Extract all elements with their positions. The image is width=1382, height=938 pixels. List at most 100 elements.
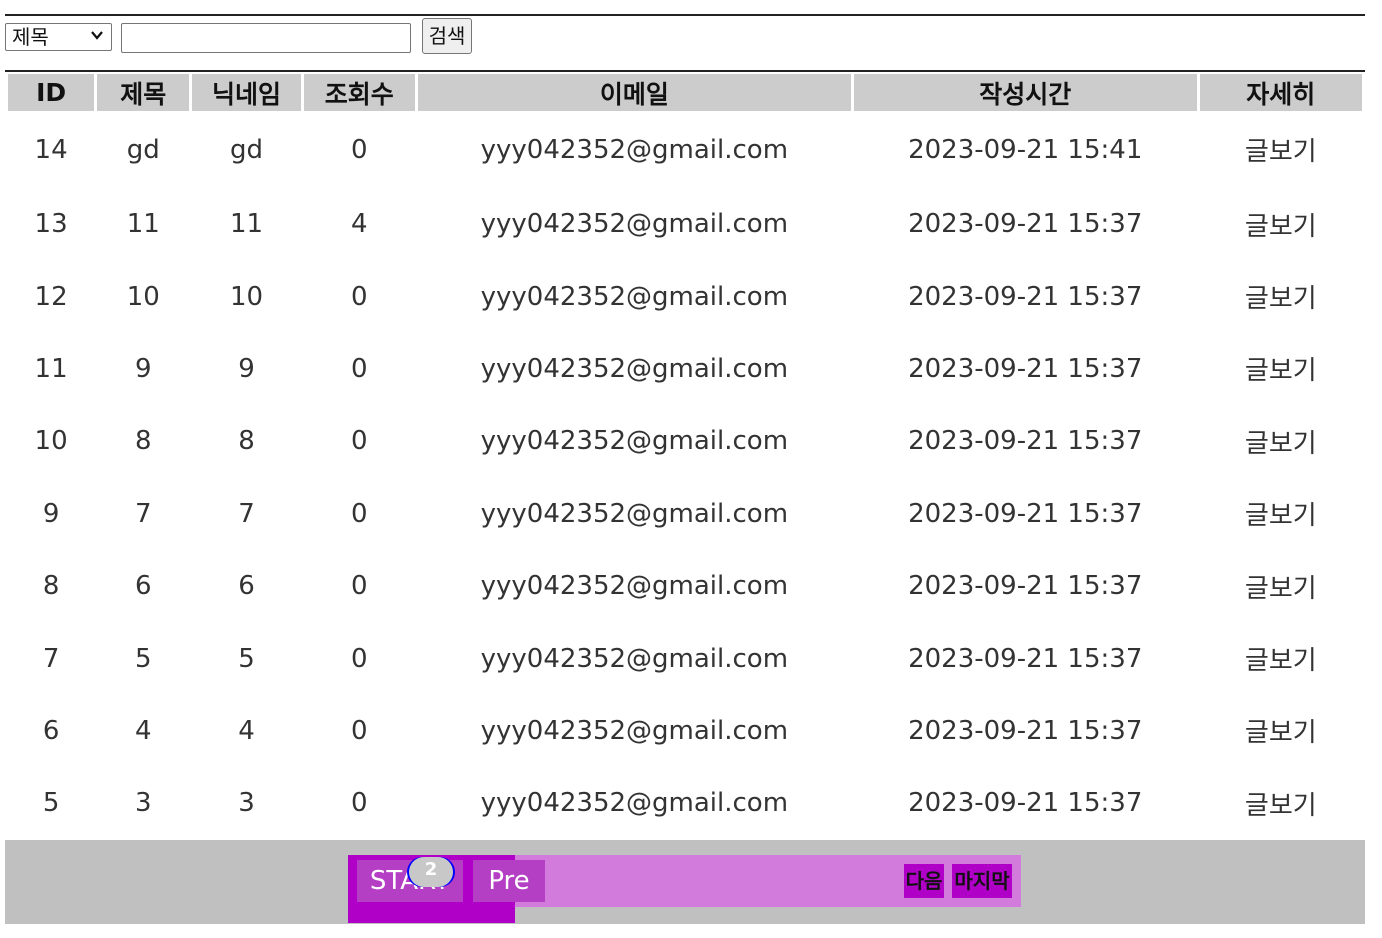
cell-email: yyy042352@gmail.com (480, 134, 789, 165)
pagination: START Pre 1 2 다음 마지막 (348, 855, 1021, 923)
cell-views: 0 (350, 571, 368, 602)
cell-views: 0 (350, 788, 368, 819)
cell-email: yyy042352@gmail.com (480, 353, 789, 384)
cell-created-at: 2023-09-21 15:41 (908, 134, 1143, 165)
page-badge: 2 (409, 857, 453, 887)
cell-id: 11 (34, 353, 68, 384)
table-header-row: ID 제목 닉네임 조회수 이메일 작성시간 자세히 (8, 74, 1362, 111)
search-input[interactable] (121, 23, 411, 53)
table-row: 6 4 4 0 yyy042352@gmail.com 2023-09-21 1… (8, 695, 1362, 767)
cell-nickname: 4 (238, 715, 255, 746)
column-header-detail: 자세히 (1199, 74, 1362, 111)
cell-title: 9 (135, 353, 152, 384)
previous-page-button[interactable]: Pre (473, 860, 545, 902)
view-post-link[interactable]: 글보기 (1200, 478, 1362, 550)
top-divider (5, 14, 1365, 16)
table-row: 13 11 11 4 yyy042352@gmail.com 2023-09-2… (8, 188, 1362, 260)
next-page-button[interactable]: 다음 (904, 864, 944, 898)
view-post-link[interactable]: 글보기 (1200, 188, 1362, 260)
cell-id: 7 (42, 643, 60, 674)
cell-created-at: 2023-09-21 15:37 (908, 426, 1143, 457)
cell-views: 0 (350, 353, 368, 384)
cell-title: 6 (135, 571, 152, 602)
cell-id: 13 (34, 209, 68, 240)
cell-email: yyy042352@gmail.com (480, 426, 789, 457)
cell-email: yyy042352@gmail.com (480, 715, 789, 746)
column-header-created-at: 작성시간 (853, 74, 1197, 111)
cell-nickname: 9 (238, 353, 255, 384)
cell-nickname: 5 (238, 643, 255, 674)
cell-created-at: 2023-09-21 15:37 (908, 209, 1143, 240)
cell-created-at: 2023-09-21 15:37 (908, 281, 1143, 312)
view-post-link[interactable]: 글보기 (1200, 405, 1362, 477)
view-post-link[interactable]: 글보기 (1200, 622, 1362, 694)
cell-nickname: gd (230, 134, 264, 165)
cell-title: 8 (135, 426, 152, 457)
column-header-id: ID (8, 74, 95, 111)
cell-nickname: 10 (229, 281, 264, 312)
last-page-button[interactable]: 마지막 (952, 864, 1012, 898)
cell-views: 0 (350, 134, 368, 165)
cell-title: 10 (126, 281, 160, 312)
cell-title: gd (126, 134, 160, 165)
table-row: 7 5 5 0 yyy042352@gmail.com 2023-09-21 1… (8, 622, 1362, 694)
table-divider (5, 70, 1365, 72)
pagination-bar: START Pre 1 2 다음 마지막 (5, 840, 1365, 924)
cell-id: 9 (42, 498, 60, 529)
cell-email: yyy042352@gmail.com (480, 498, 789, 529)
table-row: 11 9 9 0 yyy042352@gmail.com 2023-09-21 … (8, 333, 1362, 405)
view-post-link[interactable]: 글보기 (1200, 111, 1362, 188)
chevron-down-icon (91, 31, 103, 40)
cell-id: 12 (34, 281, 68, 312)
column-header-views: 조회수 (303, 74, 415, 111)
cell-id: 6 (42, 715, 60, 746)
column-header-email: 이메일 (417, 74, 851, 111)
view-post-link[interactable]: 글보기 (1200, 695, 1362, 767)
search-button[interactable]: 검색 (422, 18, 472, 54)
cell-nickname: 3 (238, 788, 255, 819)
view-post-link[interactable]: 글보기 (1200, 260, 1362, 332)
table-row: 12 10 10 0 yyy042352@gmail.com 2023-09-2… (8, 260, 1362, 332)
cell-title: 7 (135, 498, 152, 529)
cell-created-at: 2023-09-21 15:37 (908, 643, 1143, 674)
cell-nickname: 7 (238, 498, 255, 529)
cell-title: 3 (135, 788, 152, 819)
cell-views: 0 (350, 715, 368, 746)
cell-nickname: 8 (238, 426, 255, 457)
search-field-select[interactable]: 제목 (5, 23, 112, 51)
cell-views: 4 (350, 209, 368, 240)
table-row: 9 7 7 0 yyy042352@gmail.com 2023-09-21 1… (8, 478, 1362, 550)
cell-created-at: 2023-09-21 15:37 (908, 353, 1143, 384)
cell-email: yyy042352@gmail.com (480, 209, 789, 240)
cell-email: yyy042352@gmail.com (480, 571, 789, 602)
post-table: ID 제목 닉네임 조회수 이메일 작성시간 자세히 14 gd gd 0 yy… (5, 74, 1365, 840)
cell-title: 4 (135, 715, 152, 746)
cell-title: 11 (126, 209, 160, 240)
cell-id: 14 (34, 134, 68, 165)
table-row: 5 3 3 0 yyy042352@gmail.com 2023-09-21 1… (8, 767, 1362, 839)
column-header-nickname: 닉네임 (192, 74, 301, 111)
cell-title: 5 (135, 643, 152, 674)
cell-views: 0 (350, 498, 368, 529)
cell-views: 0 (350, 426, 368, 457)
cell-created-at: 2023-09-21 15:37 (908, 715, 1143, 746)
view-post-link[interactable]: 글보기 (1200, 550, 1362, 622)
cell-id: 5 (42, 788, 60, 819)
cell-nickname: 6 (238, 571, 255, 602)
table-row: 8 6 6 0 yyy042352@gmail.com 2023-09-21 1… (8, 550, 1362, 622)
cell-nickname: 11 (229, 209, 264, 240)
cell-id: 8 (42, 571, 60, 602)
cell-created-at: 2023-09-21 15:37 (908, 788, 1143, 819)
view-post-link[interactable]: 글보기 (1200, 767, 1362, 839)
cell-id: 10 (34, 426, 68, 457)
cell-created-at: 2023-09-21 15:37 (908, 498, 1143, 529)
table-row: 10 8 8 0 yyy042352@gmail.com 2023-09-21 … (8, 405, 1362, 477)
view-post-link[interactable]: 글보기 (1200, 333, 1362, 405)
table-row: 14 gd gd 0 yyy042352@gmail.com 2023-09-2… (8, 111, 1362, 188)
cell-views: 0 (350, 643, 368, 674)
column-header-title: 제목 (97, 74, 190, 111)
cell-created-at: 2023-09-21 15:37 (908, 571, 1143, 602)
cell-email: yyy042352@gmail.com (480, 788, 789, 819)
cell-email: yyy042352@gmail.com (480, 281, 789, 312)
cell-views: 0 (350, 281, 368, 312)
